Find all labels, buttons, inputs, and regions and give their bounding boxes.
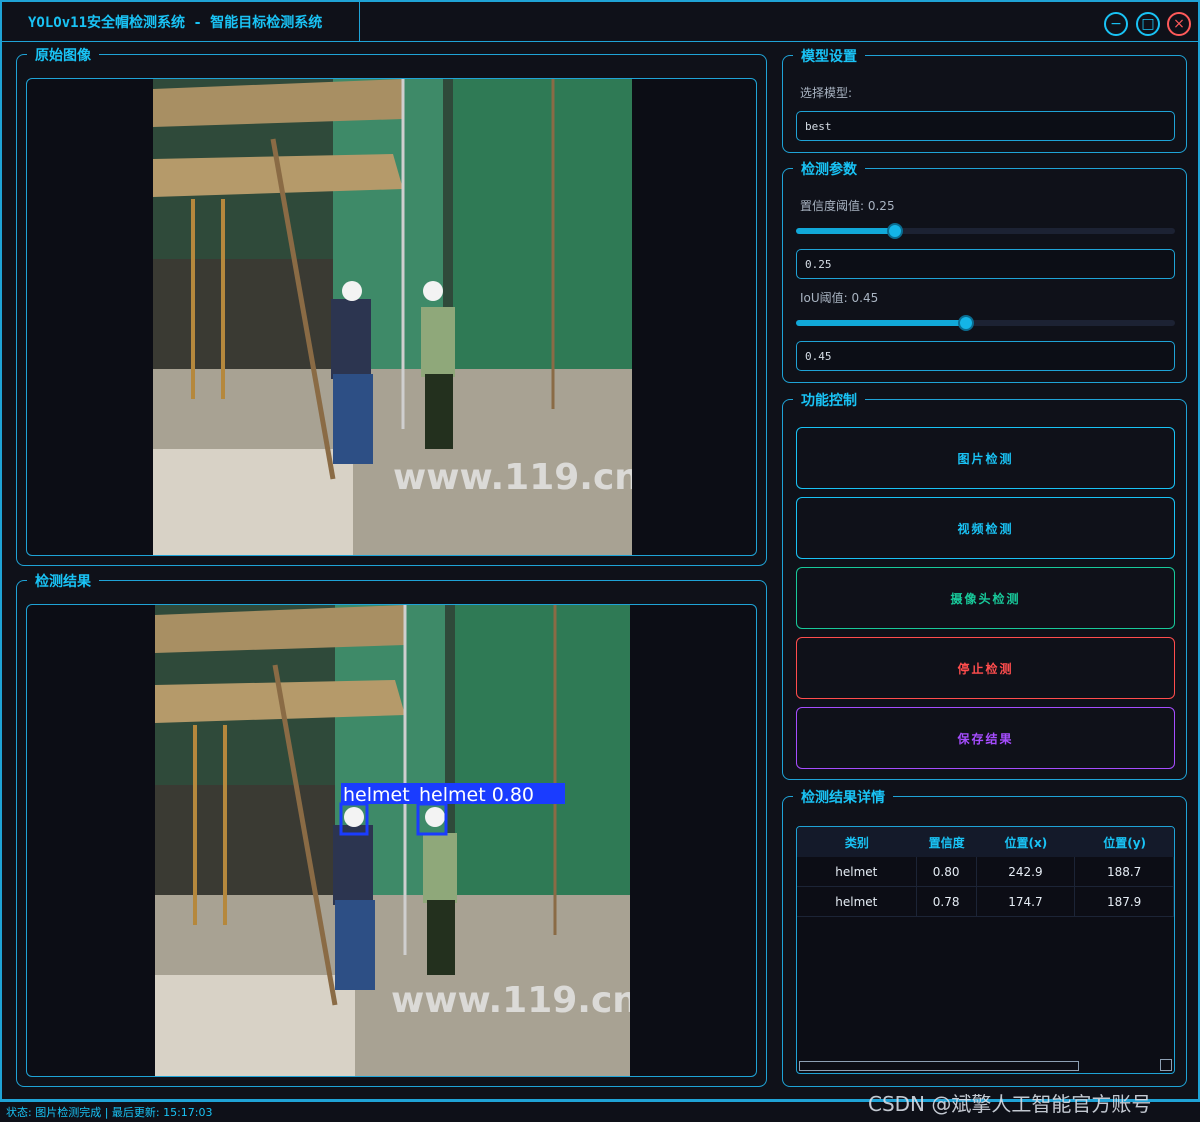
col-confidence[interactable]: 置信度 bbox=[917, 827, 977, 857]
iou-input[interactable]: 0.45 bbox=[796, 341, 1175, 371]
camera-detect-button[interactable]: 摄像头检测 bbox=[796, 567, 1175, 629]
title-tab: YOLOv11安全帽检测系统 - 智能目标检测系统 bbox=[16, 2, 360, 42]
col-pos-y[interactable]: 位置(y) bbox=[1075, 827, 1174, 857]
table-header: 类别 置信度 位置(x) 位置(y) bbox=[797, 827, 1174, 857]
status-text: 状态: 图片检测完成 | 最后更新: 15:17:03 bbox=[6, 1106, 213, 1119]
col-class[interactable]: 类别 bbox=[797, 827, 917, 857]
close-button[interactable]: × bbox=[1167, 12, 1191, 36]
model-settings-title: 模型设置 bbox=[793, 46, 865, 66]
detection-params-title: 检测参数 bbox=[793, 159, 865, 179]
controls-title: 功能控制 bbox=[793, 390, 865, 410]
minimize-button[interactable]: − bbox=[1104, 12, 1128, 36]
table-row[interactable]: helmet 0.78 174.7 187.9 bbox=[797, 887, 1174, 917]
cell-pos-x: 242.9 bbox=[977, 857, 1076, 886]
window-title: YOLOv11安全帽检测系统 - 智能目标检测系统 bbox=[28, 15, 323, 31]
close-icon: × bbox=[1173, 16, 1185, 32]
image-watermark: www.119.cn bbox=[393, 457, 632, 498]
conf-threshold-label: 置信度阈值: 0.25 bbox=[800, 199, 895, 213]
image-detect-button[interactable]: 图片检测 bbox=[796, 427, 1175, 489]
select-model-label: 选择模型: bbox=[800, 86, 853, 100]
result-image-title: 检测结果 bbox=[27, 571, 99, 591]
iou-slider-fill bbox=[796, 320, 967, 326]
result-image-frame: helmet helmet 0.80 www.119.cn bbox=[26, 604, 757, 1077]
scroll-corner bbox=[1160, 1059, 1172, 1071]
original-image-title: 原始图像 bbox=[27, 45, 99, 65]
iou-input-value: 0.45 bbox=[805, 349, 832, 363]
minimize-icon: − bbox=[1110, 16, 1122, 32]
model-select[interactable]: best bbox=[796, 111, 1175, 141]
image-watermark-result: www.119.cn bbox=[391, 980, 630, 1021]
result-image: helmet helmet 0.80 www.119.cn bbox=[155, 605, 630, 1076]
conf-input-value: 0.25 bbox=[805, 257, 832, 271]
original-image-frame: www.119.cn bbox=[26, 78, 757, 556]
conf-slider-fill bbox=[796, 228, 896, 234]
horizontal-scrollbar[interactable] bbox=[799, 1061, 1079, 1071]
maximize-button[interactable]: □ bbox=[1136, 12, 1160, 36]
video-detect-button[interactable]: 视频检测 bbox=[796, 497, 1175, 559]
cell-confidence: 0.80 bbox=[917, 857, 977, 886]
main-window: YOLOv11安全帽检测系统 - 智能目标检测系统 − □ × 原始图像 www… bbox=[0, 0, 1200, 1101]
cell-pos-x: 174.7 bbox=[977, 887, 1076, 916]
title-bar[interactable]: YOLOv11安全帽检测系统 - 智能目标检测系统 − □ × bbox=[2, 2, 1198, 42]
maximize-icon: □ bbox=[1141, 16, 1155, 32]
table-row[interactable]: helmet 0.80 242.9 188.7 bbox=[797, 857, 1174, 887]
cell-class: helmet bbox=[797, 887, 917, 916]
conf-input[interactable]: 0.25 bbox=[796, 249, 1175, 279]
original-image: www.119.cn bbox=[153, 79, 632, 555]
cell-confidence: 0.78 bbox=[917, 887, 977, 916]
conf-slider-handle[interactable] bbox=[887, 223, 903, 239]
conf-slider[interactable] bbox=[796, 223, 1175, 239]
iou-threshold-label: IoU阈值: 0.45 bbox=[800, 291, 879, 305]
save-results-button[interactable]: 保存结果 bbox=[796, 707, 1175, 769]
details-title: 检测结果详情 bbox=[793, 787, 893, 807]
cell-pos-y: 187.9 bbox=[1075, 887, 1174, 916]
iou-slider-handle[interactable] bbox=[958, 315, 974, 331]
stop-detect-button[interactable]: 停止检测 bbox=[796, 637, 1175, 699]
cell-pos-y: 188.7 bbox=[1075, 857, 1174, 886]
results-table[interactable]: 类别 置信度 位置(x) 位置(y) helmet 0.80 242.9 188… bbox=[796, 826, 1175, 1074]
detection-label-1: helmet bbox=[343, 784, 410, 806]
iou-slider[interactable] bbox=[796, 315, 1175, 331]
cell-class: helmet bbox=[797, 857, 917, 886]
csdn-watermark: CSDN @斌擎人工智能官方账号 bbox=[868, 1092, 1152, 1116]
detection-label-2: helmet 0.80 bbox=[419, 784, 534, 806]
col-pos-x[interactable]: 位置(x) bbox=[977, 827, 1076, 857]
model-select-value: best bbox=[805, 119, 832, 133]
